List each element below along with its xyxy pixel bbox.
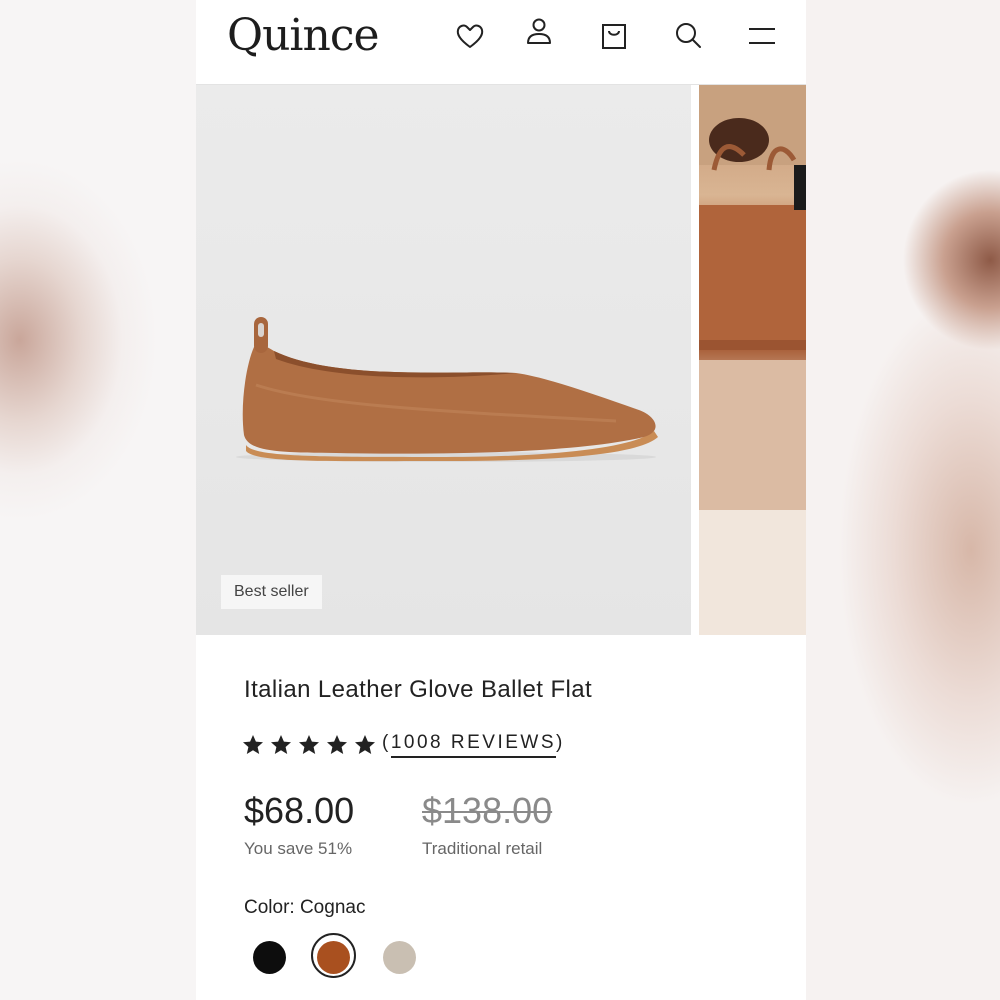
swatch-black[interactable]	[253, 941, 286, 974]
reviews-link[interactable]: (1008 REVIEWS)	[382, 732, 565, 758]
user-icon	[527, 18, 551, 44]
menu-button[interactable]	[744, 18, 780, 54]
rating-stars[interactable]	[241, 733, 377, 757]
color-label: Color: Cognac	[244, 897, 366, 918]
search-button[interactable]	[670, 18, 706, 54]
wishlist-button[interactable]	[452, 18, 488, 54]
quince-logo[interactable]: Quince	[227, 6, 380, 66]
account-button[interactable]	[521, 14, 557, 50]
search-icon	[676, 23, 701, 48]
original-price: $138.00	[422, 790, 553, 831]
star-icon	[355, 735, 375, 754]
reviews-open-paren: (	[382, 732, 391, 753]
swatch-cognac[interactable]	[317, 941, 350, 974]
star-icon	[243, 735, 263, 754]
model-holding-bag-image	[699, 85, 806, 635]
product-main-image[interactable]: Best seller	[196, 85, 691, 635]
ballet-flat-image	[236, 317, 658, 462]
right-blurred-background	[806, 0, 1000, 1000]
heart-icon	[456, 24, 484, 48]
site-header: Quince	[196, 0, 806, 85]
reviews-count: 1008 REVIEWS	[390, 732, 556, 758]
savings-text: You save 51%	[244, 839, 353, 858]
best-seller-badge: Best seller	[221, 575, 322, 609]
product-secondary-image[interactable]	[699, 85, 806, 635]
star-icon	[271, 735, 291, 754]
product-page: Quince Best seller Italian Leather Glove…	[196, 0, 806, 1000]
product-title: Italian Leather Glove Ballet Flat	[244, 676, 593, 703]
left-blurred-background	[0, 0, 196, 1000]
product-gallery[interactable]: Best seller	[196, 85, 806, 635]
star-icon	[327, 735, 347, 754]
bag-icon	[602, 24, 626, 49]
cart-button[interactable]	[596, 18, 632, 54]
star-icon	[299, 735, 319, 754]
traditional-retail-label: Traditional retail	[422, 839, 543, 858]
sale-price: $68.00	[244, 790, 355, 831]
reviews-close-paren: )	[556, 732, 565, 753]
swatch-taupe[interactable]	[383, 941, 416, 974]
menu-icon	[749, 28, 775, 44]
